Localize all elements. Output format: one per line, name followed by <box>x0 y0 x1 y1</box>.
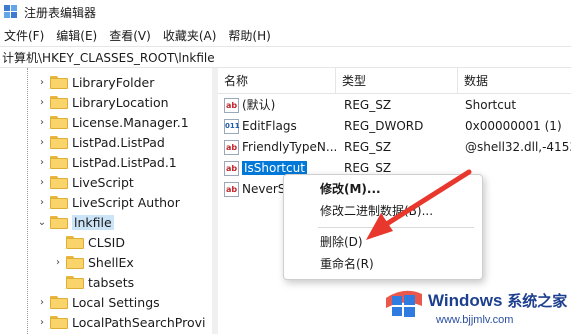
chevron-right-icon[interactable]: › <box>52 252 64 272</box>
tree-item-label: ShellEx <box>88 254 134 270</box>
title-bar: 注册表编辑器 <box>0 0 571 24</box>
column-header-type[interactable]: 类型 <box>336 68 458 94</box>
folder-icon <box>50 175 68 189</box>
value-name-selected[interactable]: IsShortcut <box>242 161 307 175</box>
chevron-right-icon[interactable]: › <box>36 312 48 332</box>
tree-item-label: tabsets <box>88 274 135 290</box>
folder-icon <box>50 195 68 209</box>
tree-guide-line <box>27 68 28 334</box>
ctx-delete[interactable]: 删除(D) <box>284 231 484 253</box>
tree-item-shellex[interactable]: › ShellEx <box>52 252 134 272</box>
value-name: FriendlyTypeN... <box>242 140 338 154</box>
chevron-down-icon[interactable]: ⌄ <box>36 212 48 232</box>
chevron-right-icon[interactable]: › <box>36 72 48 92</box>
string-value-icon: ab <box>224 161 239 176</box>
folder-icon <box>50 135 68 149</box>
chevron-right-icon[interactable]: › <box>36 112 48 132</box>
tree-item-label: LocalPathSearchProvi <box>72 314 206 330</box>
column-header-name[interactable]: 名称 <box>218 68 336 94</box>
address-path: 计算机\HKEY_CLASSES_ROOT\lnkfile <box>2 50 215 65</box>
value-type: REG_DWORD <box>344 119 424 133</box>
string-value-icon: ab <box>224 140 239 155</box>
tree-item-label: LibraryLocation <box>72 94 169 110</box>
watermark-title: Windows 系统之家 <box>428 290 567 311</box>
tree-item-lnkfile[interactable]: ⌄ lnkfile <box>36 212 114 232</box>
string-value-icon: ab <box>224 98 239 113</box>
list-header: 名称 类型 数据 <box>218 68 571 94</box>
watermark-brand-cn: 系统之家 <box>507 293 568 310</box>
chevron-right-icon[interactable]: › <box>36 292 48 312</box>
menu-file[interactable]: 文件(F) <box>0 26 50 46</box>
tree-expander-placeholder <box>52 232 64 252</box>
tree-item-clsid[interactable]: CLSID <box>52 232 125 252</box>
value-data: @shell32.dll,-4153 <box>465 140 571 154</box>
tree-item-livescript-author[interactable]: › LiveScript Author <box>36 192 180 212</box>
value-type: REG_SZ <box>344 98 392 112</box>
chevron-right-icon[interactable]: › <box>36 132 48 152</box>
menu-favorites[interactable]: 收藏夹(A) <box>157 26 223 46</box>
list-row-default[interactable]: ab (默认) REG_SZ Shortcut <box>218 95 571 116</box>
tree-item-label: LiveScript Author <box>72 194 180 210</box>
folder-icon <box>50 95 68 109</box>
tree-item-label: LibraryFolder <box>72 74 155 90</box>
tree-item-label: CLSID <box>88 234 125 250</box>
address-bar[interactable]: 计算机\HKEY_CLASSES_ROOT\lnkfile <box>0 46 571 68</box>
context-menu: 修改(M)... 修改二进制数据(B)... 删除(D) 重命名(R) <box>283 174 483 280</box>
value-name: (默认) <box>242 98 276 112</box>
tree-item-libraryfolder[interactable]: › LibraryFolder <box>36 72 154 92</box>
tree-item-listpad-1[interactable]: › ListPad.ListPad.1 <box>36 152 177 172</box>
windows-logo-icon <box>386 290 422 317</box>
ctx-rename[interactable]: 重命名(R) <box>284 253 484 275</box>
chevron-right-icon[interactable]: › <box>36 192 48 212</box>
tree-item-label: Local Settings <box>72 294 160 310</box>
watermark-url: www.bjjmlv.com <box>436 314 514 326</box>
folder-icon <box>50 315 68 329</box>
ctx-modify[interactable]: 修改(M)... <box>284 178 484 200</box>
tree-item-label: License.Manager.1 <box>72 114 189 130</box>
tree-item-livescript[interactable]: › LiveScript <box>36 172 134 192</box>
tree-item-label: lnkfile <box>72 214 114 230</box>
tree-item-librarylocation[interactable]: › LibraryLocation <box>36 92 169 112</box>
folder-icon <box>50 295 68 309</box>
folder-icon <box>50 115 68 129</box>
list-row-editflags[interactable]: 011 EditFlags REG_DWORD 0x00000001 (1) <box>218 116 571 137</box>
folder-icon <box>66 235 84 249</box>
regedit-app-icon <box>4 5 18 19</box>
list-row-friendlytypename[interactable]: ab FriendlyTypeN... REG_SZ @shell32.dll,… <box>218 137 571 158</box>
tree-item-tabsets[interactable]: tabsets <box>52 272 134 292</box>
column-header-data[interactable]: 数据 <box>458 68 571 94</box>
value-name: EditFlags <box>242 119 297 133</box>
window-title: 注册表编辑器 <box>24 5 97 20</box>
folder-icon <box>66 255 84 269</box>
folder-icon <box>50 155 68 169</box>
ctx-modify-binary[interactable]: 修改二进制数据(B)... <box>284 200 484 222</box>
tree-item-label: ListPad.ListPad.1 <box>72 154 177 170</box>
chevron-right-icon[interactable]: › <box>36 172 48 192</box>
ctx-separator <box>318 227 474 228</box>
tree-item-license-manager[interactable]: › License.Manager.1 <box>36 112 189 132</box>
menu-bar: 文件(F) 编辑(E) 查看(V) 收藏夹(A) 帮助(H) <box>0 25 571 47</box>
folder-icon <box>66 275 84 289</box>
menu-edit[interactable]: 编辑(E) <box>50 26 103 46</box>
value-data: Shortcut <box>465 98 517 112</box>
chevron-right-icon[interactable]: › <box>36 152 48 172</box>
watermark: Windows 系统之家 www.bjjmlv.com <box>384 282 571 334</box>
tree-item-label: LiveScript <box>72 174 134 190</box>
chevron-right-icon[interactable]: › <box>36 92 48 112</box>
tree-item-localpathsearchprovi[interactable]: › LocalPathSearchProvi <box>36 312 206 332</box>
folder-icon <box>50 75 68 89</box>
string-value-icon: ab <box>224 182 239 197</box>
tree-item-label: ListPad.ListPad <box>72 134 165 150</box>
value-type: REG_SZ <box>344 140 392 154</box>
tree-item-listpad[interactable]: › ListPad.ListPad <box>36 132 165 152</box>
menu-view[interactable]: 查看(V) <box>103 26 157 46</box>
tree-item-local-settings[interactable]: › Local Settings <box>36 292 160 312</box>
folder-icon <box>50 215 68 229</box>
tree-expander-placeholder <box>52 272 64 292</box>
menu-help[interactable]: 帮助(H) <box>222 26 276 46</box>
watermark-brand: Windows <box>428 291 503 310</box>
value-data: 0x00000001 (1) <box>465 119 562 133</box>
binary-value-icon: 011 <box>224 119 240 134</box>
